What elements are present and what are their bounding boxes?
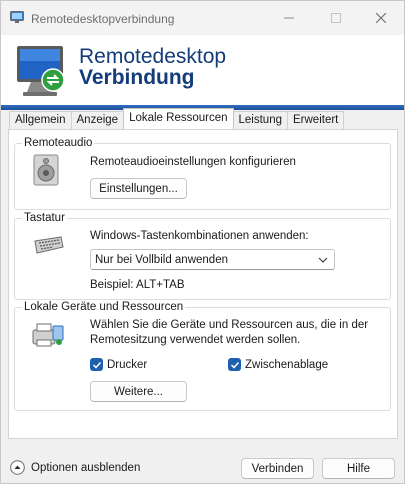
devices-description-line2: Remotesitzung verwendet werden sollen.	[90, 334, 301, 346]
clipboard-label: Zwischenablage	[245, 359, 329, 371]
banner: Remotedesktop Verbindung	[1, 35, 404, 105]
remote-desktop-icon	[17, 46, 65, 96]
collapse-options-icon[interactable]	[10, 460, 25, 475]
tab-lokale-ressourcen[interactable]: Lokale Ressourcen	[123, 108, 234, 129]
maximize-button[interactable]	[313, 1, 359, 35]
close-button[interactable]	[358, 1, 404, 35]
printer-checkbox[interactable]	[90, 358, 103, 371]
checkmark-icon	[230, 361, 239, 369]
tastatur-mode-select[interactable]: Nur bei Vollbild anwenden	[90, 249, 335, 270]
tab-leistung[interactable]: Leistung	[232, 111, 288, 129]
connect-button[interactable]: Verbinden	[241, 458, 314, 479]
printer-label: Drucker	[107, 359, 148, 371]
remoteaudio-settings-button[interactable]: Einstellungen...	[90, 178, 187, 199]
tab-strip: Allgemein Anzeige Lokale Ressourcen Leis…	[9, 108, 345, 129]
hide-options-label[interactable]: Optionen ausblenden	[31, 462, 140, 474]
checkmark-icon	[92, 361, 101, 369]
devices-description-line1: Wählen Sie die Geräte und Ressourcen aus…	[90, 319, 369, 331]
close-icon	[376, 13, 386, 23]
tastatur-example: Beispiel: ALT+TAB	[90, 279, 185, 291]
tab-allgemein[interactable]: Allgemein	[9, 111, 72, 129]
group-label-remoteaudio: Remoteaudio	[22, 136, 95, 150]
rdp-app-icon	[10, 11, 24, 23]
tab-erweitert[interactable]: Erweitert	[287, 111, 345, 129]
tab-anzeige[interactable]: Anzeige	[70, 111, 125, 129]
minimize-icon	[284, 17, 294, 19]
devices-icon	[32, 323, 64, 347]
help-button[interactable]: Hilfe	[322, 458, 395, 479]
chevron-down-icon	[318, 257, 328, 263]
tastatur-selected-value: Nur bei Vollbild anwenden	[95, 253, 228, 266]
rdp-window: Remotedesktopverbindung Remotedesktop Ve…	[0, 0, 405, 484]
group-lokale-geraete: Lokale Geräte und Ressourcen Wählen Sie …	[14, 300, 391, 411]
maximize-icon	[331, 13, 341, 23]
group-tastatur: Tastatur Windows-Tastenkombinationen anw…	[14, 211, 391, 300]
banner-title-line2: Verbindung	[79, 66, 195, 89]
minimize-button[interactable]	[266, 1, 312, 35]
speaker-icon	[33, 154, 59, 186]
window-title: Remotedesktopverbindung	[31, 12, 175, 26]
remoteaudio-description: Remoteaudioeinstellungen konfigurieren	[90, 156, 296, 168]
tab-panel-lokale-ressourcen: Remoteaudio Remoteaudioeinstellungen kon…	[8, 129, 398, 439]
group-label-tastatur: Tastatur	[22, 211, 67, 225]
more-devices-button[interactable]: Weitere...	[90, 381, 187, 402]
clipboard-checkbox[interactable]	[228, 358, 241, 371]
group-label-lokale-geraete: Lokale Geräte und Ressourcen	[22, 300, 186, 314]
tastatur-description: Windows-Tastenkombinationen anwenden:	[90, 230, 309, 242]
title-bar: Remotedesktopverbindung	[1, 1, 404, 35]
group-remoteaudio: Remoteaudio Remoteaudioeinstellungen kon…	[14, 136, 391, 210]
keyboard-icon	[34, 236, 64, 254]
